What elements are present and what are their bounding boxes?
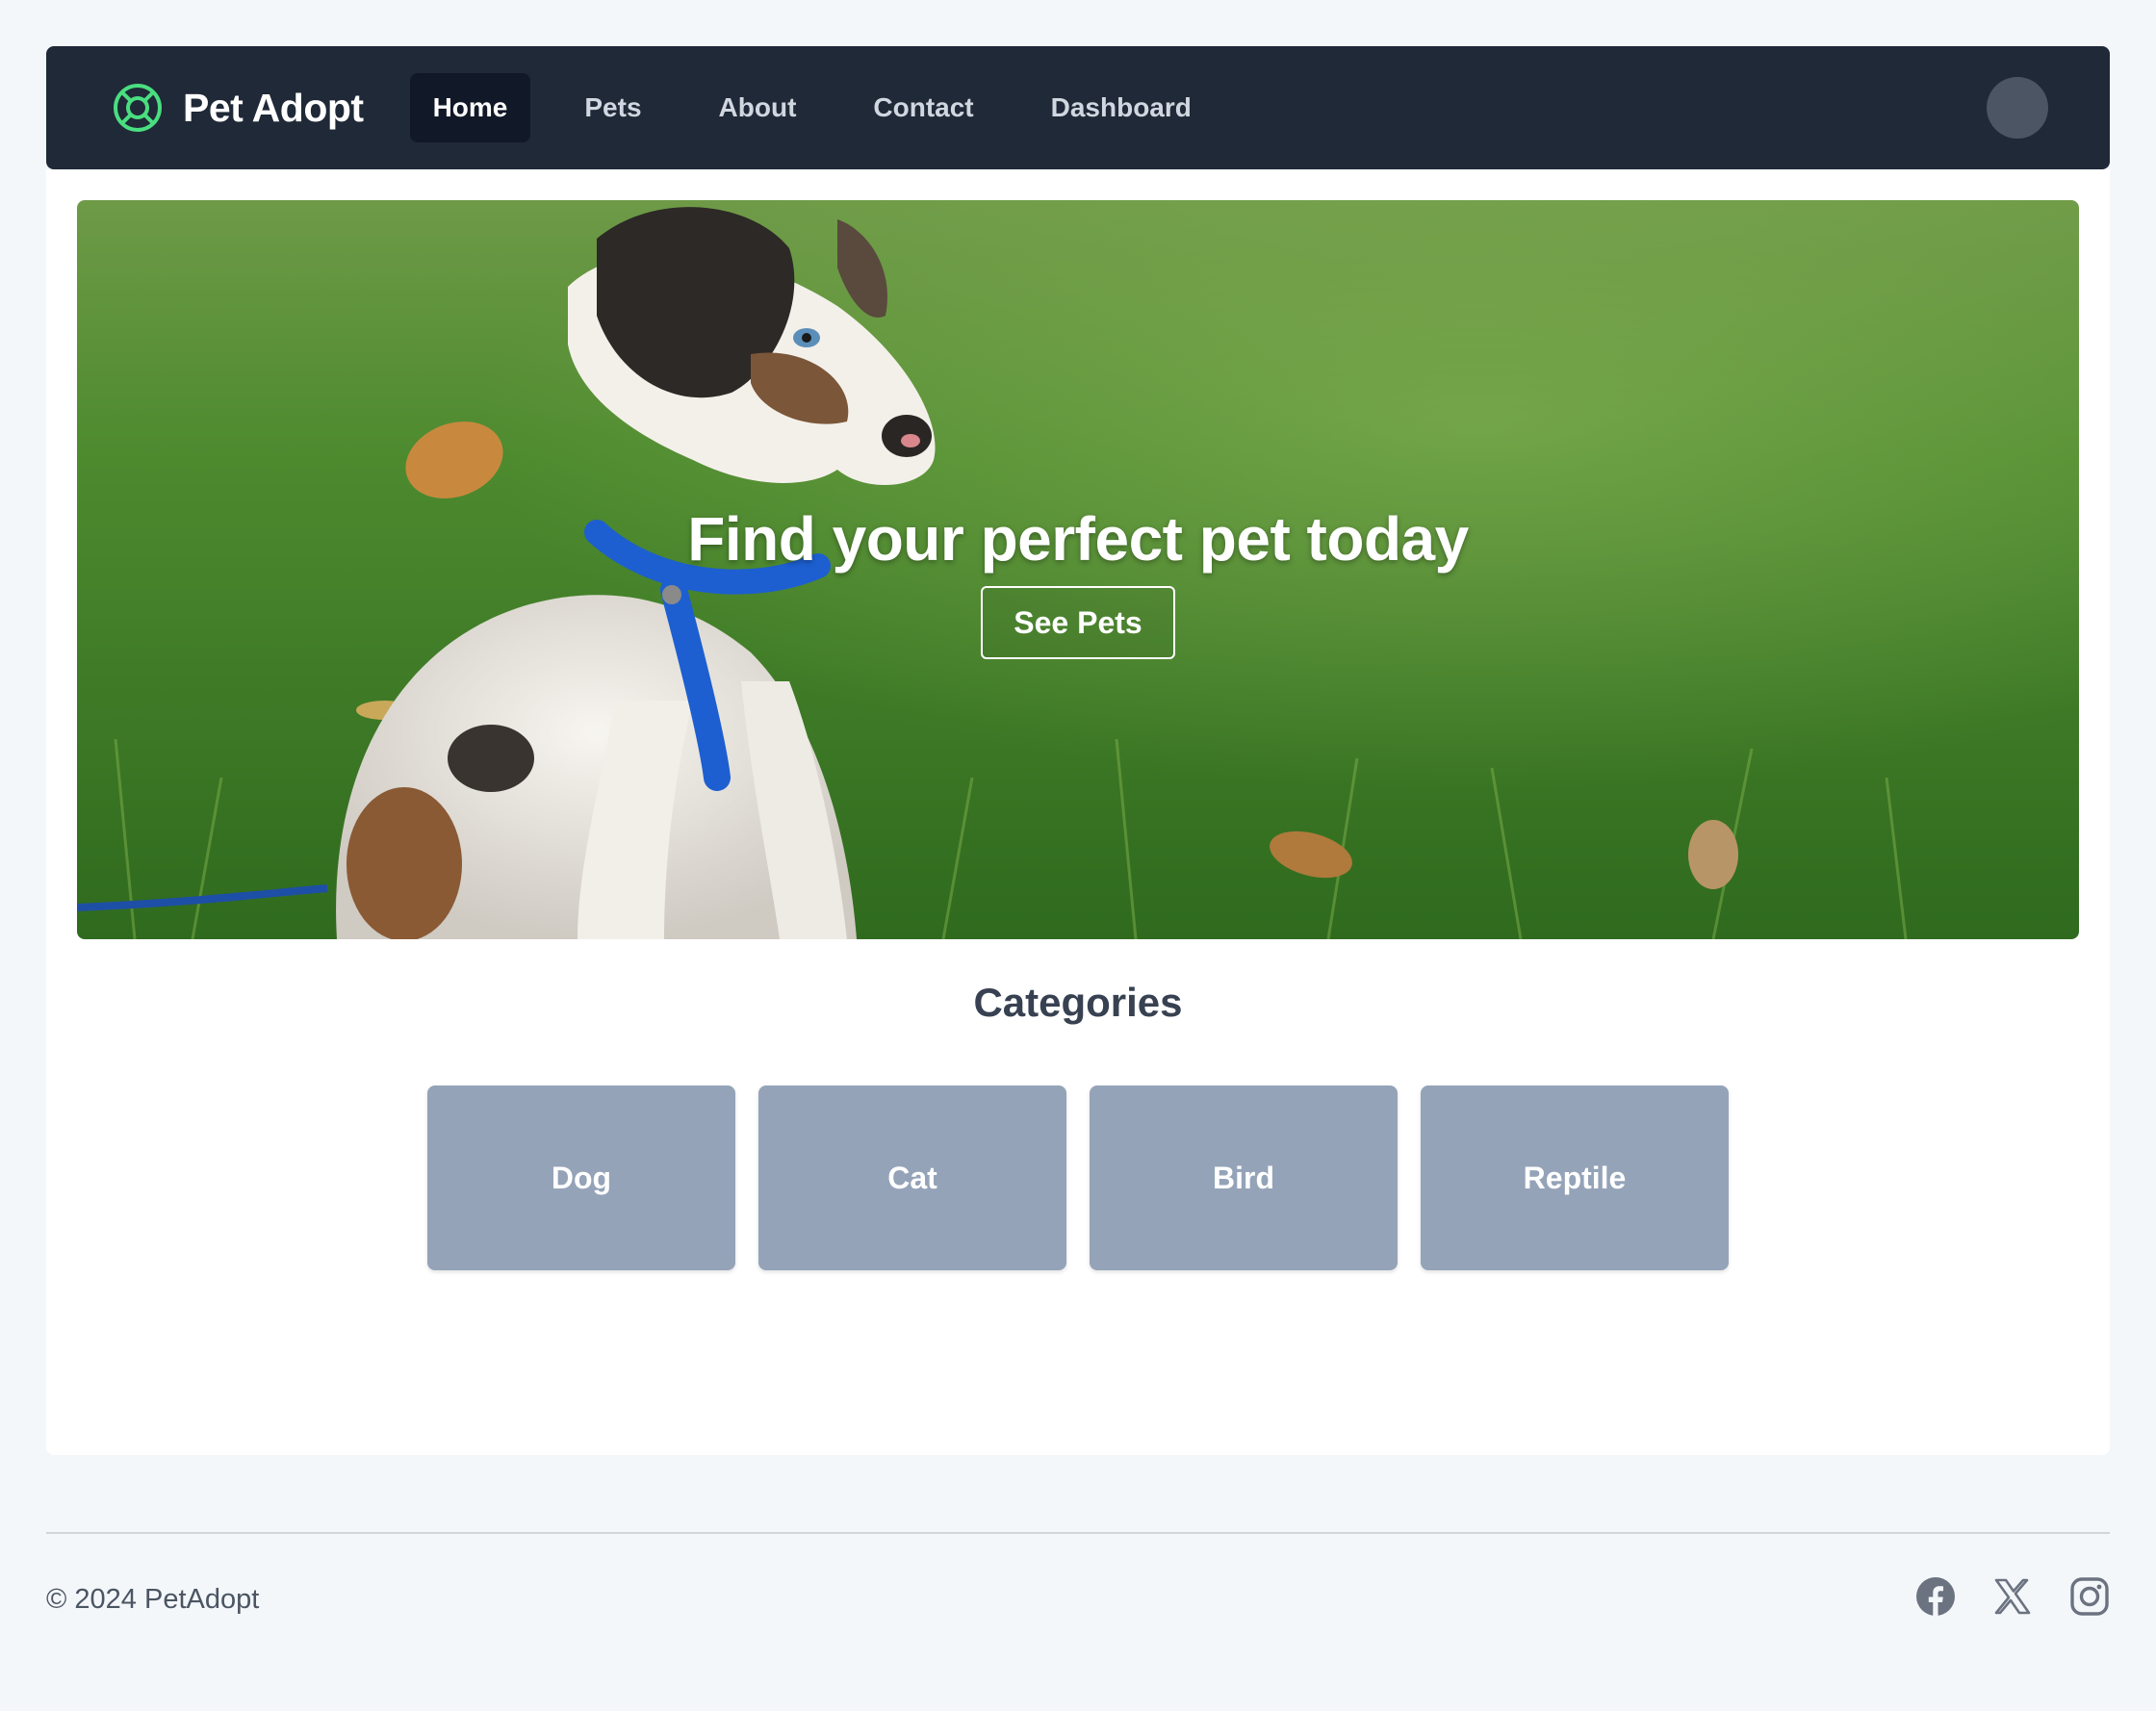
see-pets-button[interactable]: See Pets bbox=[981, 586, 1175, 659]
main-content: Find your perfect pet today See Pets Cat… bbox=[46, 169, 2110, 1455]
nav-item-home[interactable]: Home bbox=[409, 73, 531, 142]
brand[interactable]: Pet Adopt bbox=[112, 82, 364, 134]
user-avatar[interactable] bbox=[1987, 77, 2048, 139]
hero-banner: Find your perfect pet today See Pets bbox=[77, 200, 2079, 939]
footer-copyright: © 2024 PetAdopt bbox=[46, 1584, 260, 1615]
category-card-bird[interactable]: Bird bbox=[1090, 1085, 1398, 1270]
nav-item-about[interactable]: About bbox=[696, 73, 820, 142]
social-links bbox=[1915, 1576, 2110, 1617]
category-card-cat[interactable]: Cat bbox=[758, 1085, 1066, 1270]
category-card-reptile[interactable]: Reptile bbox=[1421, 1085, 1729, 1270]
nav-item-pets[interactable]: Pets bbox=[561, 73, 664, 142]
categories-heading: Categories bbox=[973, 980, 1183, 1025]
hero-title: Find your perfect pet today bbox=[687, 504, 1469, 574]
top-navbar: Pet Adopt Home Pets About Contact Dashbo… bbox=[46, 46, 2110, 169]
nav-links: Home Pets About Contact Dashboard bbox=[409, 73, 1245, 142]
category-grid: Dog Cat Bird Reptile bbox=[46, 1085, 2110, 1270]
instagram-icon[interactable] bbox=[2069, 1576, 2110, 1617]
footer-divider bbox=[46, 1532, 2110, 1534]
nav-item-contact[interactable]: Contact bbox=[850, 73, 996, 142]
hero-overlay: Find your perfect pet today See Pets bbox=[77, 200, 2079, 939]
category-card-dog[interactable]: Dog bbox=[427, 1085, 735, 1270]
facebook-icon[interactable] bbox=[1915, 1576, 1956, 1617]
x-icon[interactable] bbox=[1992, 1576, 2033, 1617]
lifebuoy-icon bbox=[114, 84, 162, 132]
brand-name: Pet Adopt bbox=[183, 85, 364, 130]
nav-item-dashboard[interactable]: Dashboard bbox=[1028, 73, 1215, 142]
